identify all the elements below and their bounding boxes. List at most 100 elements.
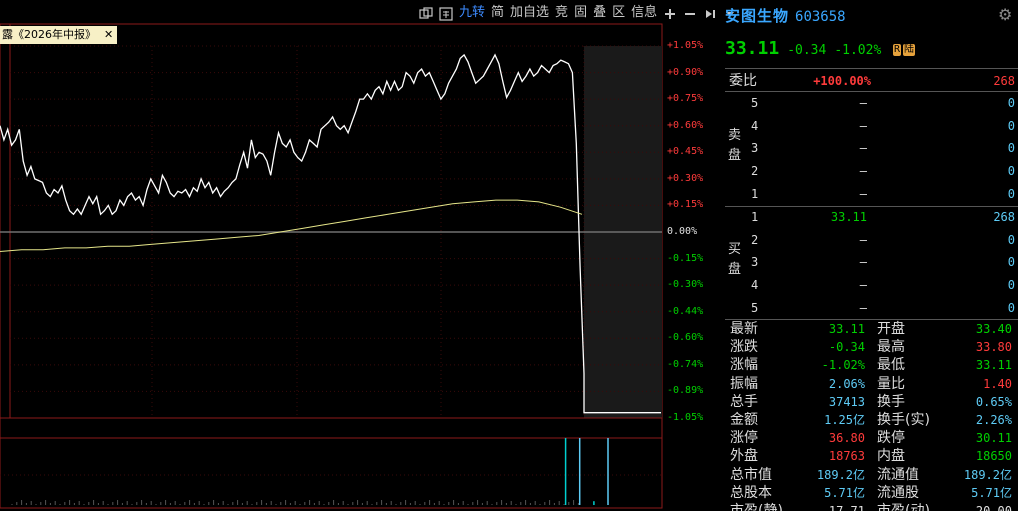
ask-price[interactable]: — xyxy=(807,163,867,179)
bid-volume: 0 xyxy=(1007,255,1015,270)
stat-label: 量比 xyxy=(877,375,905,392)
stat-value: 36.80 xyxy=(828,431,865,446)
axis-tick-label: -0.74% xyxy=(667,358,704,370)
divider xyxy=(725,206,1018,207)
toolbar-overlay[interactable]: 叠 xyxy=(590,4,609,22)
ask-level: 4 xyxy=(751,118,759,133)
stat-label: 流通值 xyxy=(877,466,919,483)
weibi-pct: +100.00% xyxy=(813,74,871,88)
stat-label: 振幅 xyxy=(730,375,758,392)
intraday-chart[interactable] xyxy=(0,0,725,511)
last-price: 33.11 xyxy=(725,38,780,59)
bid-level: 1 xyxy=(751,210,759,224)
bid-volume: 268 xyxy=(993,210,1015,224)
toolbar-range[interactable]: 区 xyxy=(609,4,628,22)
axis-tick-label: +0.90% xyxy=(667,66,704,78)
ask-level: 2 xyxy=(751,164,759,179)
plus-icon[interactable] xyxy=(663,6,677,20)
stat-value: 189.2亿 xyxy=(816,467,865,482)
ask-volume: 0 xyxy=(1007,141,1015,156)
ask-level: 1 xyxy=(751,186,759,201)
ask-price[interactable]: — xyxy=(807,95,867,111)
ask-price[interactable]: — xyxy=(807,140,867,156)
bid-price[interactable]: — xyxy=(807,277,867,293)
stat-label: 开盘 xyxy=(877,321,905,337)
close-icon[interactable]: ✕ xyxy=(104,28,113,41)
stat-label: 内盘 xyxy=(877,448,905,465)
stat-label: 涨幅 xyxy=(730,357,758,374)
link-window-icon[interactable] xyxy=(419,6,433,20)
stat-label: 跌停 xyxy=(877,430,905,447)
stat-value: 2.06% xyxy=(828,376,865,391)
ask-price[interactable]: — xyxy=(807,186,867,202)
chart-toolbar: 九转 简 加自选 竞 固 叠 区 信息 xyxy=(416,3,740,23)
stat-value: 5.71亿 xyxy=(824,485,865,500)
gear-icon[interactable]: ⚙ xyxy=(998,7,1014,23)
toolbar-jiuzhuan[interactable]: 九转 xyxy=(456,4,488,22)
weibi-value: 268 xyxy=(993,74,1015,88)
stat-value: 33.11 xyxy=(975,358,1012,373)
chart-frame xyxy=(0,23,663,509)
stat-label: 流通股 xyxy=(877,484,919,501)
axis-tick-label: +1.05% xyxy=(667,40,704,51)
lu-badge: 陆 xyxy=(902,44,915,56)
stat-label: 金额 xyxy=(730,412,758,428)
stat-value: 20.00 xyxy=(975,504,1012,511)
price-line xyxy=(0,53,661,414)
bid-price[interactable]: — xyxy=(807,232,867,248)
price-change-pct: -1.02% xyxy=(834,43,882,58)
stat-value: -0.34 xyxy=(828,340,865,355)
axis-tick-label: +0.60% xyxy=(667,119,704,131)
bid-level: 4 xyxy=(751,278,759,293)
axis-tick-label: +0.45% xyxy=(667,146,704,158)
axis-tick-label: -0.89% xyxy=(667,385,704,397)
stat-value: -1.02% xyxy=(821,358,865,373)
stat-value: 189.2亿 xyxy=(963,467,1012,482)
axis-tick-label: +0.15% xyxy=(667,199,704,211)
stat-value: 18763 xyxy=(828,449,865,464)
report-tag-label: 露《2026年中报》 xyxy=(2,28,96,41)
weibi-label: 委比 xyxy=(729,73,757,89)
quote-summary: 33.11 -0.34 -1.02% R陆 xyxy=(725,38,915,59)
bid-price[interactable]: 33.11 xyxy=(807,209,867,225)
bid-price[interactable]: — xyxy=(807,300,867,316)
layout-grid-icon[interactable] xyxy=(439,6,453,21)
price-change: -0.34 xyxy=(787,43,827,58)
axis-tick-label: +0.30% xyxy=(667,172,704,184)
axis-tick-label: -1.05% xyxy=(667,412,704,423)
toolbar-add-watchlist[interactable]: 加自选 xyxy=(507,4,552,22)
stat-label: 换手 xyxy=(877,393,905,410)
stat-value: 37413 xyxy=(828,394,865,409)
bid-price[interactable]: — xyxy=(807,254,867,270)
bid-level: 2 xyxy=(751,232,759,247)
toolbar-jian[interactable]: 简 xyxy=(488,4,507,22)
stock-name[interactable]: 安图生物 xyxy=(725,7,789,25)
stat-label: 总手 xyxy=(730,393,758,410)
ask-volume: 0 xyxy=(1007,186,1015,201)
ask-level: 5 xyxy=(751,96,759,110)
minus-icon[interactable] xyxy=(683,6,697,20)
divider xyxy=(725,319,1018,320)
bid-volume: 0 xyxy=(1007,232,1015,247)
stat-value: 33.40 xyxy=(975,322,1012,336)
toolbar-gu[interactable]: 固 xyxy=(571,4,590,22)
ask-price[interactable]: — xyxy=(807,118,867,134)
stat-value: 1.40 xyxy=(983,376,1012,391)
stat-label: 涨跌 xyxy=(730,339,758,356)
stat-label: 最新 xyxy=(730,321,758,337)
stat-value: 30.11 xyxy=(975,431,1012,446)
ask-volume: 0 xyxy=(1007,164,1015,179)
stat-value: 5.71亿 xyxy=(971,485,1012,500)
toolbar-info[interactable]: 信息 xyxy=(628,4,660,22)
axis-tick-label: -0.60% xyxy=(667,332,704,344)
stat-value: 18650 xyxy=(975,449,1012,464)
stat-label: 总市值 xyxy=(730,466,772,483)
skip-end-icon[interactable] xyxy=(703,6,717,20)
axis-tick-label: -0.15% xyxy=(667,252,704,264)
toolbar-jing[interactable]: 竞 xyxy=(552,4,571,22)
sell-side-label: 卖 盘 xyxy=(728,128,742,163)
ask-volume: 0 xyxy=(1007,118,1015,133)
divider xyxy=(725,68,1018,69)
stat-value: 0.65% xyxy=(975,394,1012,409)
stat-value: 33.11 xyxy=(828,322,865,336)
